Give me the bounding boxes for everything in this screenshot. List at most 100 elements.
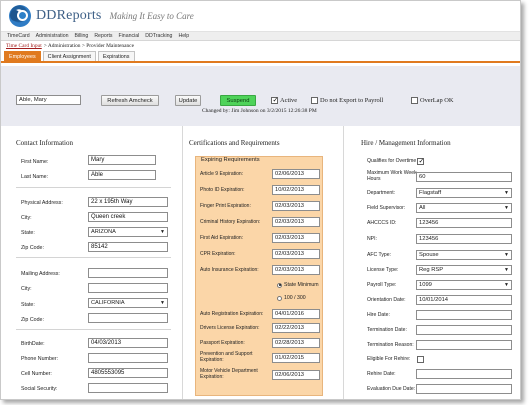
no-export-checkbox[interactable]: Do not Export to Payroll [311, 95, 383, 106]
menu-item-administration[interactable]: Administration [36, 33, 69, 39]
payroll-type-select[interactable]: 1099 ▼ [416, 280, 512, 290]
termination-date-input[interactable] [416, 325, 512, 335]
mailing-city-label: City: [21, 286, 32, 292]
mailing-state-select[interactable]: CALIFORNIA ▼ [88, 298, 168, 308]
column-divider [343, 126, 344, 399]
auto-registration-input[interactable]: 04/01/2016 [272, 309, 320, 319]
separator [16, 257, 171, 258]
department-label: Department: [367, 190, 396, 196]
rehire-date-label: Rehire Date: [367, 371, 396, 377]
first-aid-input[interactable]: 02/03/2013 [272, 233, 320, 243]
mailing-city-input[interactable] [88, 283, 168, 293]
birthdate-input[interactable]: 04/03/2013 [88, 338, 168, 348]
chevron-down-icon: ▼ [160, 229, 165, 235]
criminal-history-input[interactable]: 02/03/2013 [272, 217, 320, 227]
drivers-license-input[interactable]: 02/22/2013 [272, 323, 320, 333]
ahcccs-input[interactable]: 123456 [416, 218, 512, 228]
last-name-input[interactable]: Able [88, 170, 156, 180]
menu-item-help[interactable]: Help [178, 33, 189, 39]
termination-reason-input[interactable] [416, 340, 512, 350]
menu-item-reports[interactable]: Reports [94, 33, 112, 39]
physical-address-label: Physical Address: [21, 200, 63, 206]
app-window: DDReports Making It Easy to Care TimeCar… [0, 0, 521, 400]
chevron-down-icon: ▼ [504, 267, 509, 273]
breadcrumb-link[interactable]: Time Card Input [6, 43, 42, 49]
orientation-date-input[interactable]: 10/01/2014 [416, 295, 512, 305]
column-divider [182, 126, 183, 399]
ddreports-logo-icon [9, 5, 31, 27]
menu-item-billing[interactable]: Billing [74, 33, 88, 39]
tab-employees[interactable]: Employees [4, 51, 41, 61]
physical-address-input[interactable]: 22 x 195th Way [88, 197, 168, 207]
mailing-address-input[interactable] [88, 268, 168, 278]
qualifies-overtime-checkbox[interactable] [417, 157, 424, 165]
radio-selected-icon [277, 282, 282, 288]
supervisor-select[interactable]: All ▼ [416, 203, 512, 213]
first-name-label: First Name: [21, 159, 49, 165]
tab-expirations[interactable]: Expirations [97, 51, 135, 61]
chevron-down-icon: ▼ [504, 282, 509, 288]
menu-item-financial[interactable]: Financial [118, 33, 139, 39]
hire-date-input[interactable] [416, 310, 512, 320]
ssn-input[interactable] [88, 383, 168, 393]
radio-100-300[interactable]: 100 / 300 [277, 295, 306, 301]
license-type-value: Reg RSP [419, 267, 444, 273]
supervisor-label: Field Supervisor: [367, 205, 406, 211]
phone-input[interactable] [88, 353, 168, 363]
menu-item-ddtracking[interactable]: DDTracking [145, 33, 172, 39]
radio-100-300-label: 100 / 300 [284, 295, 306, 301]
mailing-address-label: Mailing Address: [21, 271, 60, 277]
update-button[interactable]: Update [175, 95, 201, 106]
auto-registration-label: Auto Registration Expiration: [200, 311, 264, 317]
first-name-input[interactable]: Mary [88, 155, 156, 165]
active-checkbox[interactable]: Active [271, 95, 297, 106]
zip-input[interactable]: 85142 [88, 242, 168, 252]
license-type-select[interactable]: Reg RSP ▼ [416, 265, 512, 275]
prevention-support-label: Prevention and Support Expiration: [200, 351, 253, 363]
tab-client-assignment[interactable]: Client Assignment [42, 51, 96, 61]
payroll-type-label: Payroll Type: [367, 282, 397, 288]
npi-input[interactable]: 123456 [416, 234, 512, 244]
contact-section-title: Contact Information [16, 139, 73, 147]
menu-item-timecard[interactable]: TimeCard [7, 33, 30, 39]
zip-label: Zip Code: [21, 245, 44, 251]
active-check-icon [271, 96, 278, 104]
orientation-date-label: Orientation Date: [367, 297, 406, 303]
overlap-check-icon [411, 97, 418, 104]
cpr-input[interactable]: 02/03/2013 [272, 249, 320, 259]
rehire-eligible-checkbox[interactable] [417, 356, 424, 363]
state-select[interactable]: ARIZONA ▼ [88, 227, 168, 237]
employee-name-field[interactable]: Able, Mary [16, 95, 81, 105]
auto-insurance-input[interactable]: 02/03/2013 [272, 265, 320, 275]
radio-state-minimum[interactable]: State Minimum [277, 282, 319, 288]
department-select[interactable]: Flagstaff ▼ [416, 188, 512, 198]
photo-id-input[interactable]: 10/02/2013 [272, 185, 320, 195]
suspend-button[interactable]: Suspend [220, 95, 256, 106]
hire-date-label: Hire Date: [367, 312, 390, 318]
motor-vehicle-input[interactable]: 02/06/2013 [272, 370, 320, 380]
rehire-date-input[interactable] [416, 369, 512, 379]
article9-input[interactable]: 02/06/2013 [272, 169, 320, 179]
passport-input[interactable]: 02/28/2013 [272, 338, 320, 348]
prevention-support-input[interactable]: 01/02/2015 [272, 353, 320, 363]
phone-label: Phone Number: [21, 356, 59, 362]
refresh-amcheck-button[interactable]: Refresh Amcheck [101, 95, 159, 106]
overlap-checkbox[interactable]: OverLap OK [411, 95, 454, 106]
qualifies-overtime-label: Qualifies for Overtime [367, 158, 417, 164]
ahcccs-label: AHCCCS ID: [367, 220, 397, 226]
evaluation-due-label: Evaluation Due Date: [367, 386, 416, 392]
cell-input[interactable]: 4805553095 [88, 368, 168, 378]
chevron-down-icon: ▼ [504, 190, 509, 196]
hire-section-title: Hire / Management Information [361, 139, 451, 147]
max-hours-input[interactable]: 60 [416, 172, 512, 182]
npi-label: NPI: [367, 236, 377, 242]
finger-print-input[interactable]: 02/03/2013 [272, 201, 320, 211]
evaluation-due-input[interactable] [416, 384, 512, 394]
breadcrumb: Time Card Input > Administration > Provi… [1, 41, 520, 51]
mailing-zip-label: Zip Code: [21, 317, 44, 323]
overlap-label: OverLap OK [420, 97, 454, 104]
radio-unselected-icon [277, 295, 282, 301]
mailing-zip-input[interactable] [88, 313, 168, 323]
afc-type-select[interactable]: Spouse ▼ [416, 250, 512, 260]
city-input[interactable]: Queen creek [88, 212, 168, 222]
